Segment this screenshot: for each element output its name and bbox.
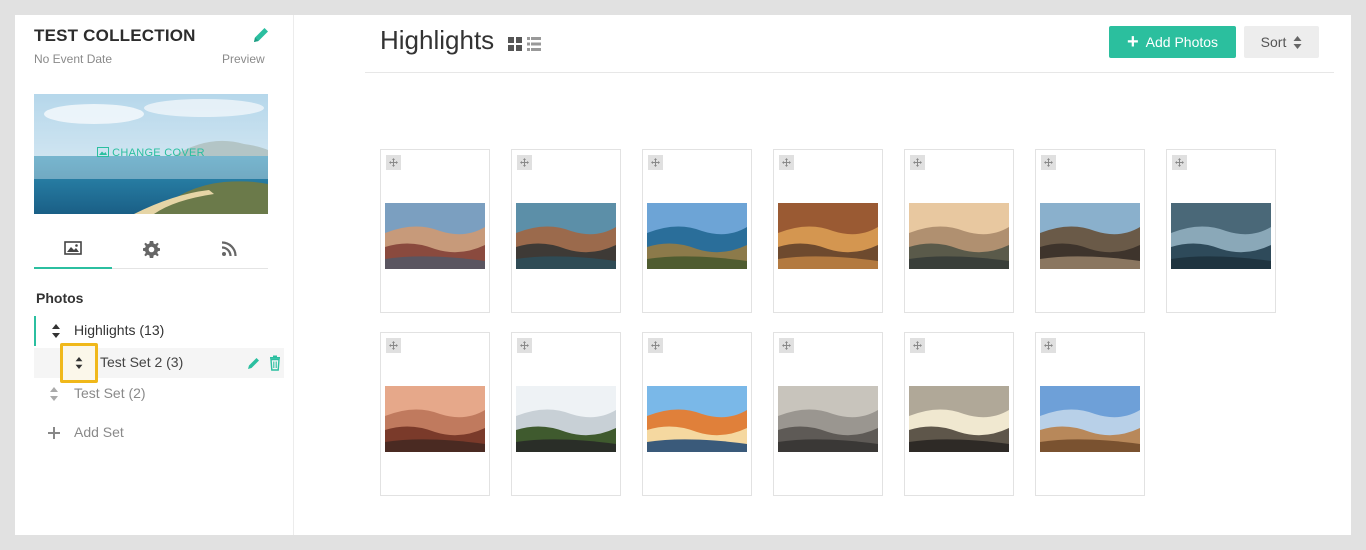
move-handle-icon[interactable]	[910, 155, 925, 170]
plus-icon: +	[1126, 31, 1139, 53]
cover-image[interactable]: CHANGE COVER	[34, 94, 268, 214]
move-handle-icon[interactable]	[779, 338, 794, 353]
change-cover-label[interactable]: CHANGE COVER	[34, 147, 268, 159]
move-handle-icon[interactable]	[1041, 338, 1056, 353]
set-label: Highlights (13)	[74, 322, 165, 338]
rss-icon	[221, 241, 237, 257]
add-photos-button[interactable]: + Add Photos	[1109, 26, 1236, 58]
sort-handle-icon[interactable]	[49, 323, 63, 339]
photo-thumbnail	[516, 203, 616, 269]
photo-thumbnail	[385, 203, 485, 269]
preview-link[interactable]: Preview	[222, 52, 265, 66]
photo-card[interactable]	[511, 332, 621, 496]
set-item-highlights[interactable]: Highlights (13)	[34, 316, 284, 346]
sort-caret-icon	[1293, 35, 1302, 49]
image-icon	[97, 147, 110, 157]
photo-card[interactable]	[642, 332, 752, 496]
move-handle-icon[interactable]	[386, 338, 401, 353]
move-handle-icon[interactable]	[910, 338, 925, 353]
set-label: Test Set (2)	[74, 385, 146, 401]
tab-photos[interactable]	[34, 229, 112, 269]
set-item-test-set[interactable]: Test Set (2)	[34, 379, 284, 409]
event-date: No Event Date	[34, 52, 113, 66]
sort-button[interactable]: Sort	[1244, 26, 1319, 58]
add-set-button[interactable]: Add Set	[34, 418, 284, 448]
edit-pencil-icon[interactable]	[251, 25, 271, 45]
photo-thumbnail	[778, 203, 878, 269]
photo-thumbnail	[909, 203, 1009, 269]
tab-feed[interactable]	[190, 229, 268, 269]
photo-thumbnail	[1171, 203, 1271, 269]
move-handle-icon[interactable]	[1041, 155, 1056, 170]
photo-card[interactable]	[904, 332, 1014, 496]
move-handle-icon[interactable]	[648, 338, 663, 353]
move-handle-icon[interactable]	[517, 338, 532, 353]
sidebar: TEST COLLECTION No Event Date Preview CH…	[15, 15, 294, 535]
move-handle-icon[interactable]	[1172, 155, 1187, 170]
list-view-icon[interactable]	[527, 37, 541, 51]
header-divider	[365, 72, 1334, 73]
photo-card[interactable]	[904, 149, 1014, 313]
app-frame: TEST COLLECTION No Event Date Preview CH…	[15, 15, 1351, 535]
photo-thumbnail	[647, 386, 747, 452]
photos-heading: Photos	[36, 290, 84, 306]
move-handle-icon[interactable]	[386, 155, 401, 170]
photo-card[interactable]	[773, 332, 883, 496]
photo-thumbnail	[909, 386, 1009, 452]
sort-handle-icon[interactable]	[47, 386, 61, 402]
photo-card[interactable]	[380, 332, 490, 496]
photo-card[interactable]	[511, 149, 621, 313]
move-handle-icon[interactable]	[517, 155, 532, 170]
photo-card[interactable]	[1035, 149, 1145, 313]
photo-card[interactable]	[1166, 149, 1276, 313]
photo-thumbnail	[516, 386, 616, 452]
collection-title: TEST COLLECTION	[34, 26, 196, 45]
trash-icon[interactable]	[267, 355, 283, 371]
gear-icon	[142, 240, 160, 258]
photo-card[interactable]	[773, 149, 883, 313]
image-icon	[64, 241, 82, 255]
move-handle-icon[interactable]	[648, 155, 663, 170]
edit-pencil-icon[interactable]	[246, 355, 262, 371]
photo-thumbnail	[1040, 203, 1140, 269]
plus-icon	[48, 427, 60, 439]
set-label: Test Set 2 (3)	[100, 354, 184, 370]
photo-card[interactable]	[1035, 332, 1145, 496]
sidebar-tabs	[34, 229, 268, 269]
move-handle-icon[interactable]	[779, 155, 794, 170]
page-title: Highlights	[380, 25, 495, 55]
add-set-label: Add Set	[74, 424, 124, 440]
photo-thumbnail	[647, 203, 747, 269]
photo-card[interactable]	[642, 149, 752, 313]
sort-handle-icon	[75, 357, 83, 369]
photo-thumbnail	[385, 386, 485, 452]
grid-view-icon[interactable]	[508, 37, 522, 51]
photo-card[interactable]	[380, 149, 490, 313]
tab-settings[interactable]	[112, 229, 190, 269]
highlighted-sort-handle[interactable]	[60, 343, 98, 383]
photo-thumbnail	[1040, 386, 1140, 452]
photo-thumbnail	[778, 386, 878, 452]
